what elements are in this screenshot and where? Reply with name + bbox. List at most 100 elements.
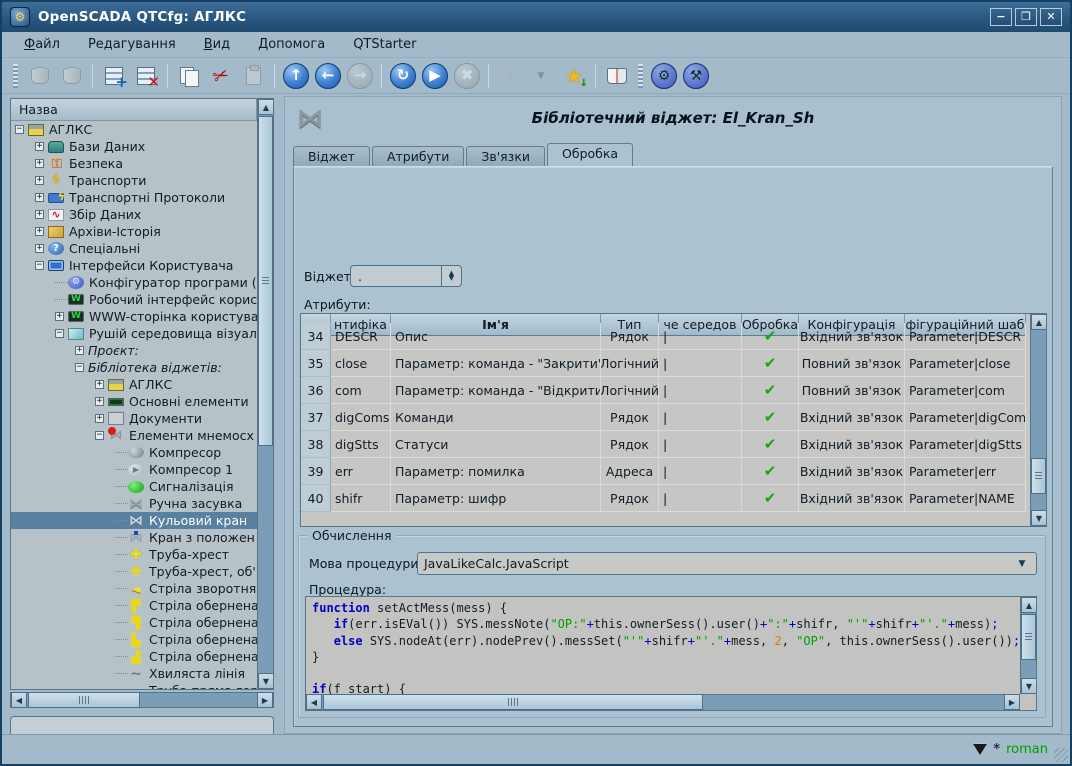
minimize-button[interactable]: − — [990, 8, 1012, 26]
scroll-down-icon[interactable]: ▼ — [1021, 678, 1037, 694]
code-vertical-scrollbar[interactable]: ▲ ▼ — [1020, 597, 1036, 694]
table-cell[interactable]: Повний зв'язок — [799, 377, 905, 404]
collapse-icon[interactable]: − — [75, 363, 84, 372]
table-cell[interactable]: Вхідний зв'язок — [799, 485, 905, 512]
expand-icon[interactable]: + — [95, 414, 104, 423]
expand-icon[interactable]: + — [95, 380, 104, 389]
tree-item-спеціальні[interactable]: +Спеціальні — [11, 240, 257, 257]
table-cell[interactable]: Вхідний зв'язок — [799, 431, 905, 458]
table-cell[interactable]: Рядок — [601, 485, 659, 512]
manual-icon[interactable] — [601, 61, 633, 91]
table-cell[interactable]: ✔ — [742, 431, 799, 458]
collapse-icon[interactable]: − — [35, 261, 44, 270]
tree-item-конфігуратор-програми[interactable]: Конфігуратор програми ( — [11, 274, 257, 291]
table-cell[interactable]: Опис — [391, 323, 601, 350]
scroll-right-icon[interactable]: ▶ — [257, 692, 273, 708]
tree-item-компресор[interactable]: Компресор — [11, 444, 257, 461]
language-combobox[interactable]: JavaLikeCalc.JavaScript ▼ — [417, 552, 1037, 575]
tree-item-елементи-мнемосх[interactable]: −Елементи мнемосх — [11, 427, 257, 444]
tree-item-бази-даних[interactable]: +Бази Даних — [11, 138, 257, 155]
qtstarter-vision-icon[interactable]: ⚒ — [680, 61, 712, 91]
table-cell[interactable]: Рядок — [601, 404, 659, 431]
tree-item-стріла-обернена[interactable]: Стріла обернена — [11, 648, 257, 665]
table-cell[interactable]: Вхідний зв'язок — [799, 404, 905, 431]
toolbar-handle[interactable] — [13, 64, 18, 88]
scroll-up-icon[interactable]: ▲ — [1031, 314, 1047, 330]
table-scroll-thumb[interactable] — [1031, 458, 1046, 494]
tab-3[interactable]: Зв'язки — [466, 146, 545, 167]
qtstarter-qtcfg-icon[interactable]: ⚙ — [648, 61, 680, 91]
tree-item-стріла-обернена[interactable]: Стріла обернена — [11, 597, 257, 614]
tree-header[interactable]: Назва — [11, 99, 257, 121]
cut-icon[interactable]: ✂ — [205, 61, 237, 91]
table-cell[interactable]: 35 — [301, 350, 331, 377]
table-cell[interactable]: 37 — [301, 404, 331, 431]
scroll-down-icon[interactable]: ▼ — [1031, 510, 1047, 526]
collapse-icon[interactable]: − — [15, 125, 24, 134]
scroll-left-icon[interactable]: ◀ — [11, 692, 27, 708]
up-icon[interactable]: ↑ — [280, 61, 312, 91]
table-cell[interactable]: | — [659, 404, 742, 431]
table-cell[interactable]: ✔ — [742, 323, 799, 350]
table-cell[interactable]: Параметр: команда - "Закрити" — [391, 350, 601, 377]
table-cell[interactable]: Параметр: команда - "Відкрити" — [391, 377, 601, 404]
menu-item-5[interactable]: QTStarter — [341, 34, 428, 55]
code-horizontal-scrollbar[interactable]: ◀ ▶ — [306, 694, 1020, 710]
tree-item-аглкс[interactable]: +АГЛКС — [11, 376, 257, 393]
collapse-icon[interactable]: − — [95, 431, 104, 440]
tree-item-архіви-історія[interactable]: +Архіви-Історія — [11, 223, 257, 240]
expand-icon[interactable]: + — [55, 312, 64, 321]
menu-item-3[interactable]: Вид — [192, 34, 242, 55]
table-cell[interactable]: ✔ — [742, 458, 799, 485]
tab-1[interactable]: Віджет — [293, 146, 370, 167]
tree-item-рушій-середовища-візуал[interactable]: −Рушій середовища візуал — [11, 325, 257, 342]
tree-item-стріла-обернена[interactable]: Стріла обернена — [11, 614, 257, 631]
expand-icon[interactable]: + — [35, 176, 44, 185]
tree-item-проєкт[interactable]: +Проєкт: — [11, 342, 257, 359]
table-cell[interactable]: err — [331, 458, 391, 485]
scroll-down-icon[interactable]: ▼ — [258, 673, 274, 689]
chevron-down-icon[interactable]: ▼ — [1014, 559, 1030, 569]
tree-horizontal-scrollbar[interactable]: ◀ ▶ — [10, 692, 274, 708]
tree-item-компресор-1[interactable]: Компресор 1 — [11, 461, 257, 478]
tree-item-хвиляста-лінія[interactable]: Хвиляста лінія — [11, 665, 257, 682]
expand-icon[interactable]: + — [35, 193, 44, 202]
table-cell[interactable]: | — [659, 323, 742, 350]
tab-4[interactable]: Обробка — [547, 143, 633, 167]
expand-icon[interactable]: + — [35, 244, 44, 253]
table-cell[interactable]: Parameter|DESCR — [905, 323, 1026, 350]
expand-icon[interactable]: + — [35, 227, 44, 236]
table-cell[interactable]: digComs — [331, 404, 391, 431]
start-icon[interactable]: ▶ — [419, 61, 451, 91]
favorite-add-icon[interactable]: ★↓ — [558, 61, 590, 91]
collapse-icon[interactable]: − — [55, 329, 64, 338]
titlebar[interactable]: ⚙ OpenSCADA QTCfg: АГЛКС − ❒ ✕ — [2, 2, 1070, 32]
tree-scroll-thumb[interactable] — [258, 116, 273, 446]
table-cell[interactable]: 39 — [301, 458, 331, 485]
tree-item-збір-даних[interactable]: +Збір Даних — [11, 206, 257, 223]
scroll-up-icon[interactable]: ▲ — [258, 99, 274, 115]
tree-hscroll-thumb[interactable] — [28, 692, 140, 708]
expand-icon[interactable]: + — [75, 346, 84, 355]
tree-item-інтерфейси-користувача[interactable]: −Інтерфейси Користувача — [11, 257, 257, 274]
tree-item-стріла-обернена[interactable]: Стріла обернена — [11, 631, 257, 648]
expand-icon[interactable]: + — [35, 159, 44, 168]
code-scroll-thumb[interactable] — [1021, 614, 1036, 660]
tree-item-стріла-зворотня[interactable]: Стріла зворотня — [11, 580, 257, 597]
copy-icon[interactable] — [173, 61, 205, 91]
back-icon[interactable]: ← — [312, 61, 344, 91]
tree-item-документи[interactable]: +Документи — [11, 410, 257, 427]
maximize-button[interactable]: ❒ — [1015, 8, 1037, 26]
table-cell[interactable]: Вхідний зв'язок — [799, 323, 905, 350]
table-cell[interactable]: Повний зв'язок — [799, 350, 905, 377]
table-cell[interactable]: Parameter|close — [905, 350, 1026, 377]
procedure-editor[interactable]: function setActMess(mess) { if(err.isEVa… — [305, 596, 1037, 711]
tree-item-основні-елементи[interactable]: +Основні елементи — [11, 393, 257, 410]
tree-item-транспортні-протоколи[interactable]: +Транспортні Протоколи — [11, 189, 257, 206]
table-cell[interactable]: close — [331, 350, 391, 377]
table-cell[interactable]: | — [659, 431, 742, 458]
table-cell[interactable]: ✔ — [742, 404, 799, 431]
menu-item-4[interactable]: Допомога — [246, 34, 337, 55]
code-hscroll-thumb[interactable] — [323, 694, 703, 710]
tab-2[interactable]: Атрибути — [372, 146, 464, 167]
